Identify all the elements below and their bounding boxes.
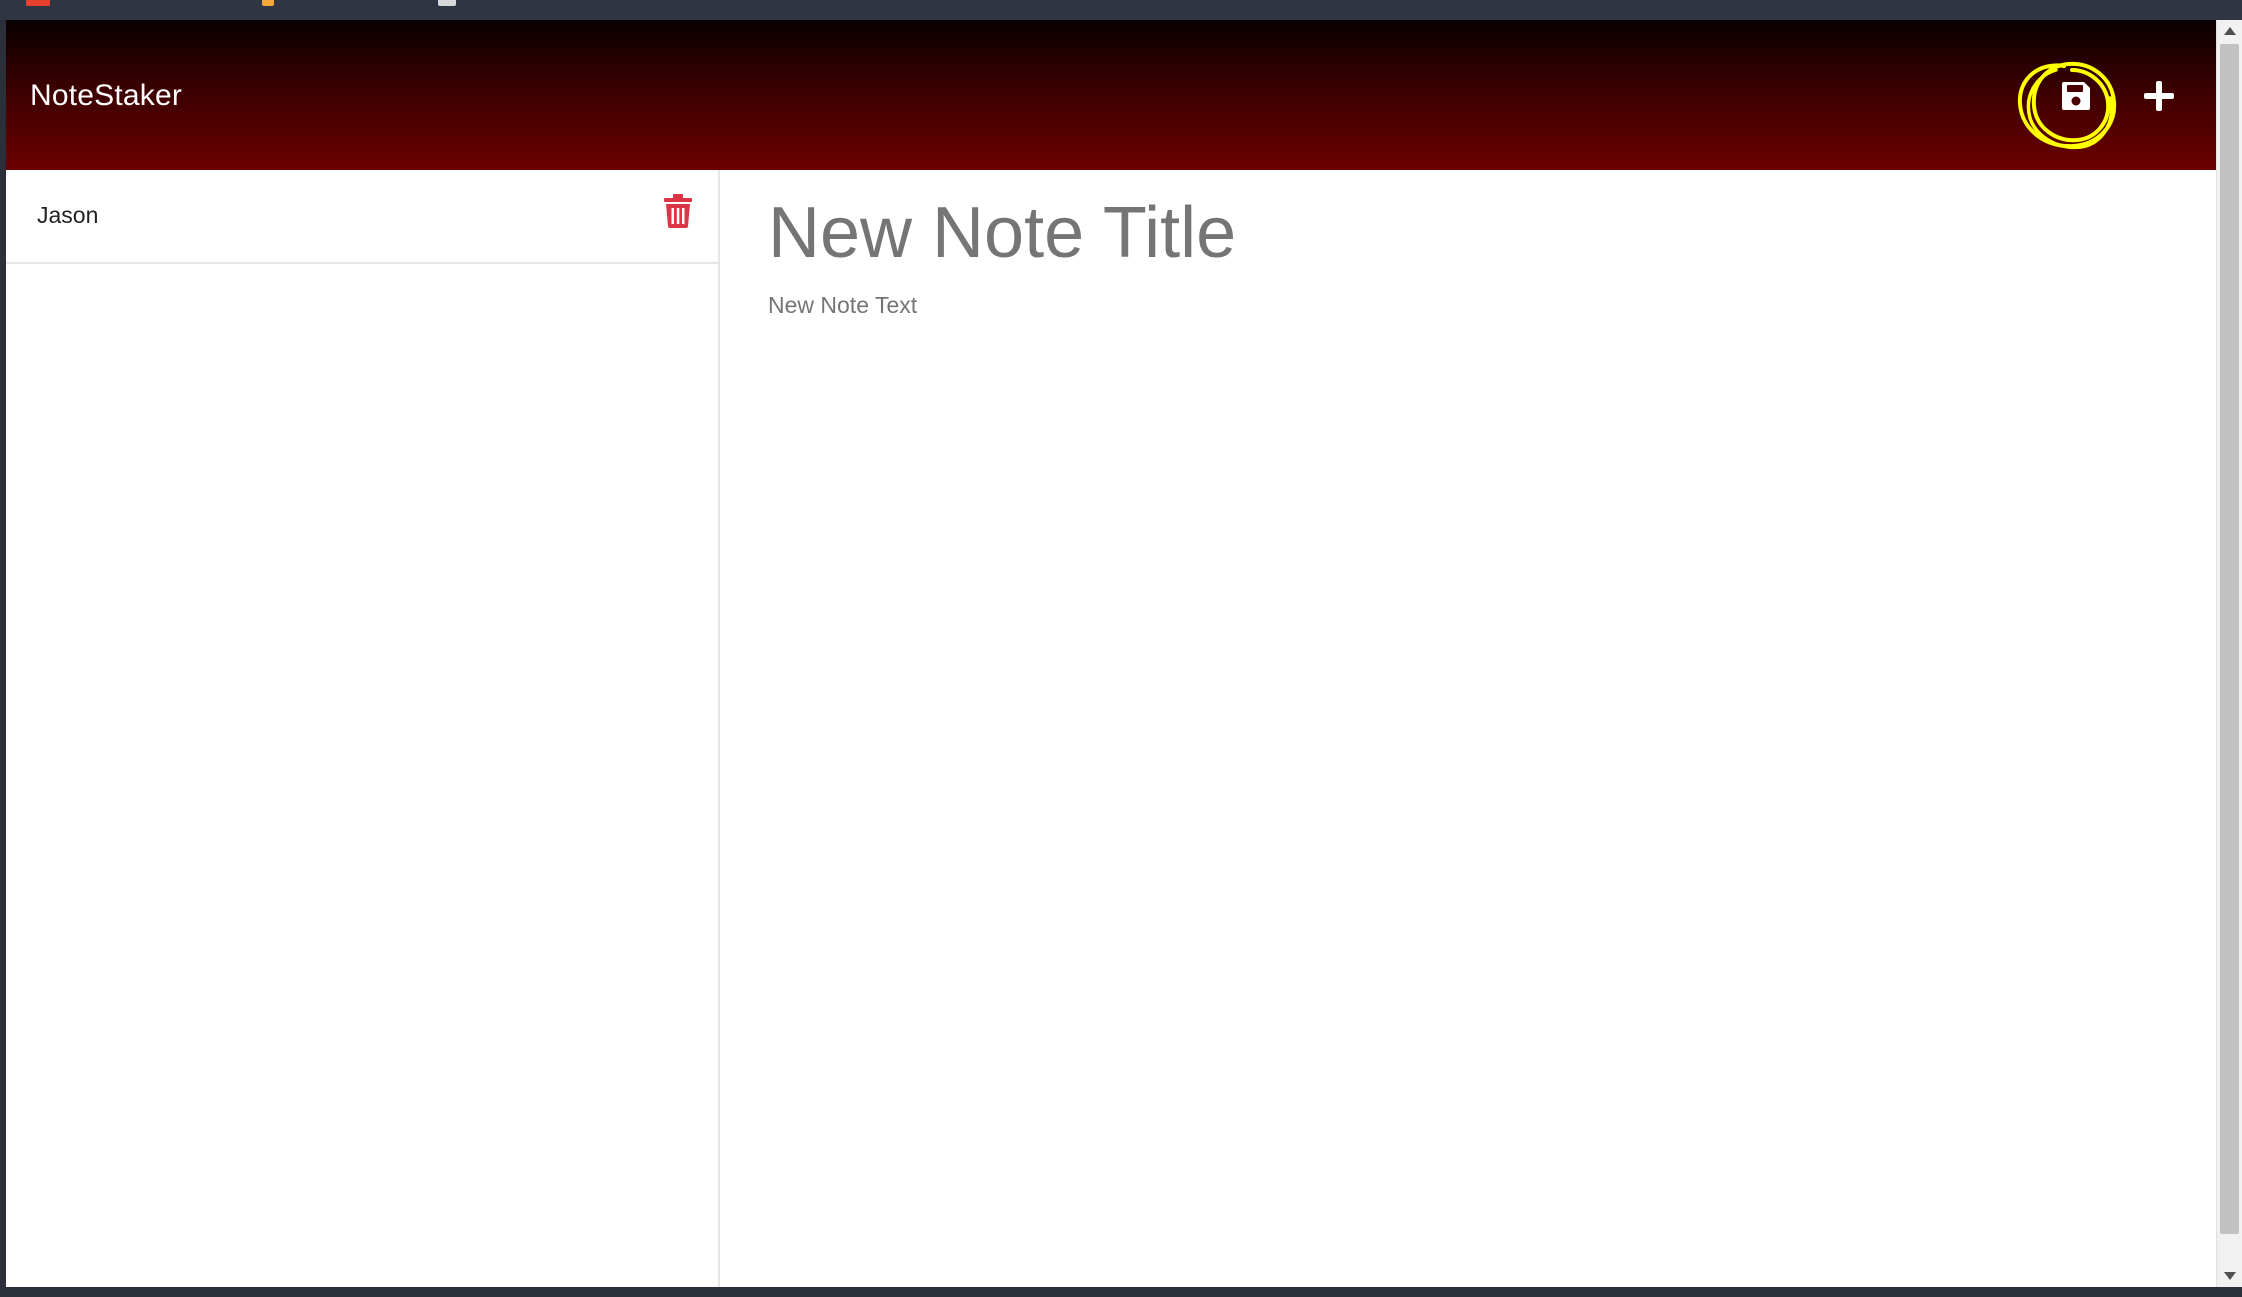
scroll-up-arrow-icon[interactable] xyxy=(2217,20,2242,42)
tab-favicon-orange xyxy=(262,0,274,6)
scrollbar-thumb[interactable] xyxy=(2220,44,2239,1234)
save-note-button[interactable] xyxy=(2046,66,2106,126)
vertical-scrollbar[interactable] xyxy=(2216,20,2242,1287)
app-brand[interactable]: NoteStaker xyxy=(30,78,182,114)
browser-tab-strip xyxy=(0,0,2242,20)
scroll-down-arrow-icon[interactable] xyxy=(2217,1265,2242,1287)
plus-icon xyxy=(2144,81,2174,111)
window-bottom-edge xyxy=(0,1287,2242,1297)
page-viewport: NoteStaker Jason xyxy=(6,20,2216,1287)
tab-favicon-red xyxy=(26,0,50,6)
trash-icon[interactable] xyxy=(663,194,693,228)
note-editor xyxy=(720,170,2216,1287)
tab-favicon-white xyxy=(438,0,456,6)
note-title-input[interactable] xyxy=(768,188,2068,278)
notes-sidebar: Jason xyxy=(6,170,720,1287)
note-list-item-title[interactable]: Jason xyxy=(37,200,98,230)
navbar: NoteStaker xyxy=(6,20,2216,170)
floppy-disk-icon xyxy=(2062,82,2090,110)
note-text-area[interactable] xyxy=(768,290,2068,350)
new-note-button[interactable] xyxy=(2129,66,2189,126)
note-list-item[interactable]: Jason xyxy=(6,170,718,264)
